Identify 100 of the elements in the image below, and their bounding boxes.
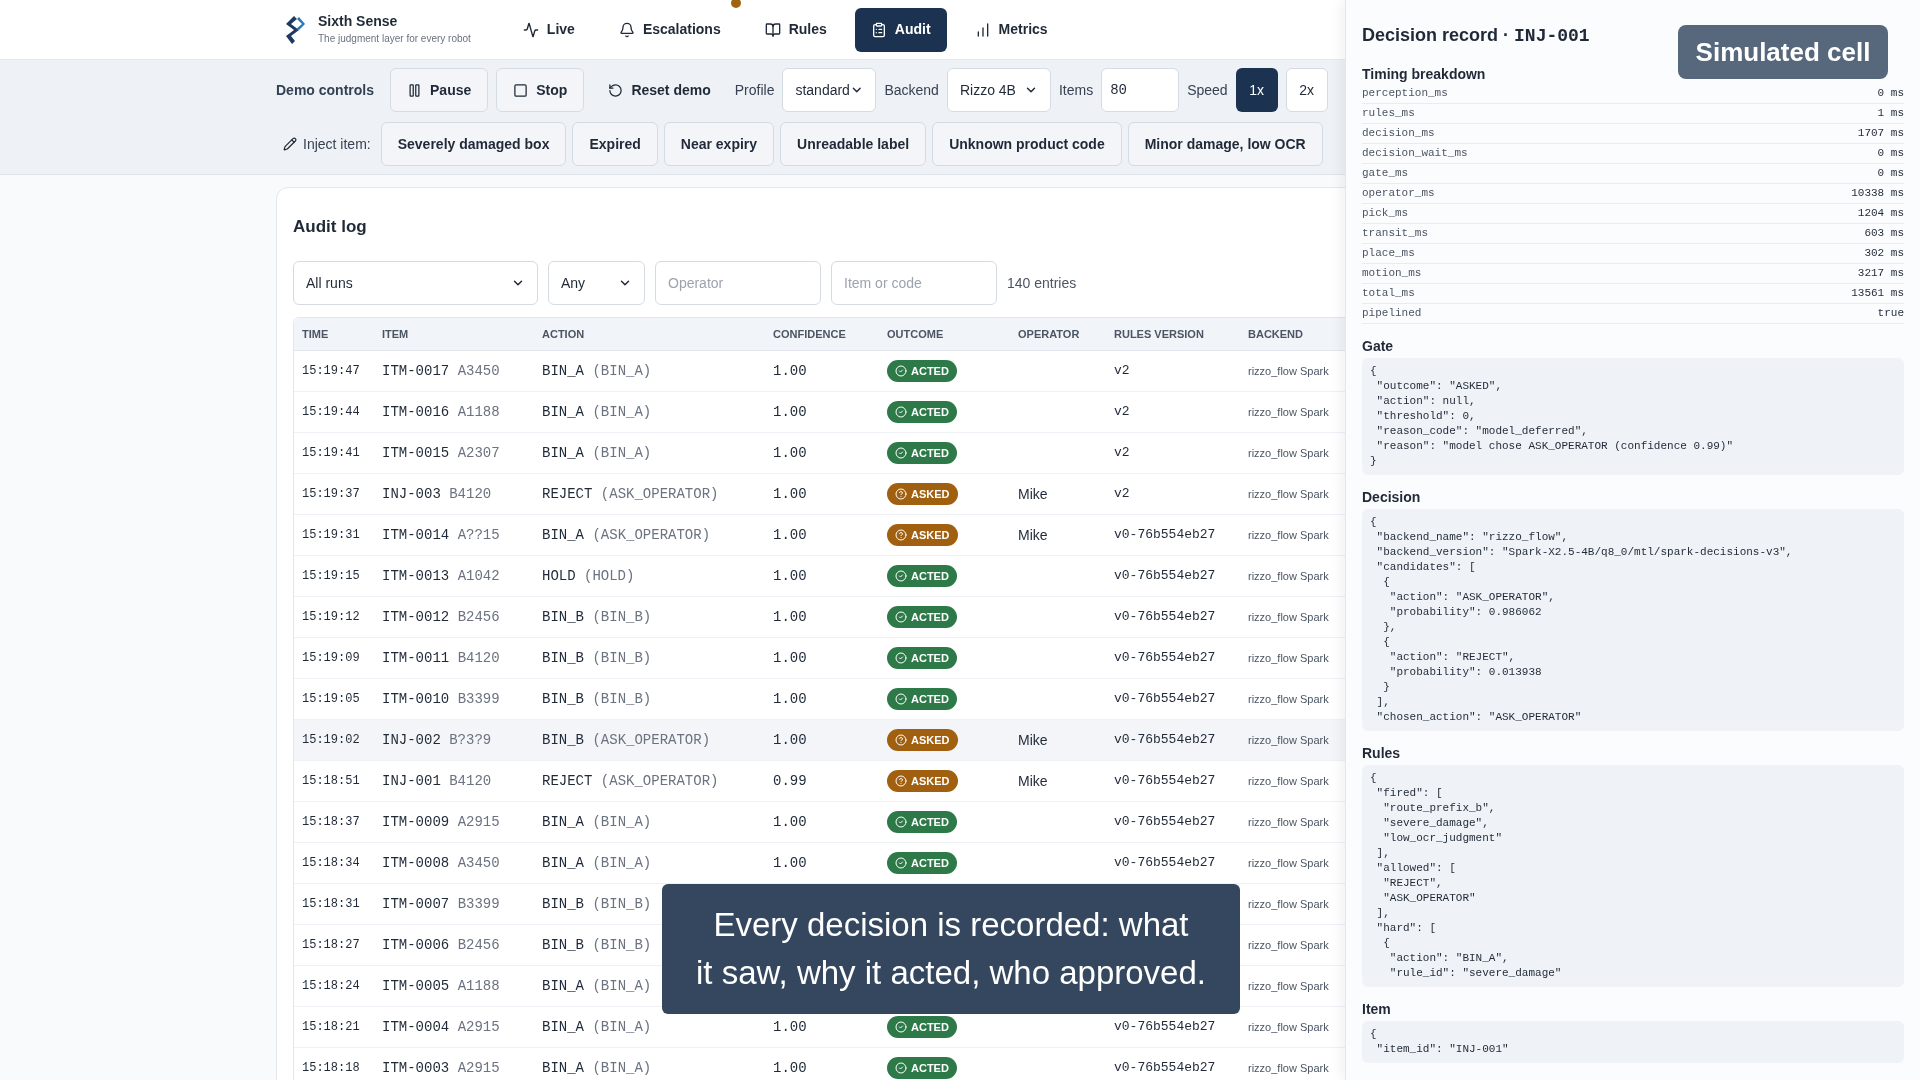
section-label: Demo controls <box>276 80 374 100</box>
backend-cell-text: rizzo_flow Spark <box>1248 486 1330 502</box>
time-cell-text: 15:19:44 <box>301 404 361 421</box>
outcome-badge: ACTED <box>887 360 957 382</box>
time-cell-text: 15:19:37 <box>301 486 361 503</box>
backend-cell-text: rizzo_flow Spark <box>1248 527 1330 543</box>
column-header: CONFIDENCE <box>773 326 847 342</box>
column-header: ITEM <box>382 326 410 342</box>
timing-value: 3217 ms <box>1857 266 1904 282</box>
timing-key: rules_ms <box>1362 105 1415 122</box>
timing-key: pick_ms <box>1362 205 1409 222</box>
backend-cell-text: rizzo_flow Spark <box>1248 650 1330 666</box>
confidence-cell-text: 1.00 <box>773 443 808 463</box>
action-cell-text: BIN_B (BIN_B) <box>542 894 653 914</box>
outcome-badge: ACTED <box>887 688 957 710</box>
outcome-badge: ACTED <box>887 1016 957 1038</box>
item-cell-text: INJ-003 B4120 <box>382 484 493 504</box>
field-label: Speed <box>1187 80 1228 100</box>
item-cell-text: ITM-0006 B2456 <box>382 935 501 955</box>
rules-version-cell-text: v0-76b554eb27 <box>1114 690 1217 709</box>
json-block: { "fired": [ "route_prefix_b", "severe_damage", "low_ocr_judgment" ], "allowed": [ "REJECT", "ASK_OPERATOR" ], "hard": [ { "action": "BIN_A", "rule_id": "severe_damage" <box>1362 765 1904 987</box>
section-heading: Timing breakdown <box>1362 65 1487 82</box>
field-label: Backend <box>884 80 939 100</box>
time-cell-text: 15:18:51 <box>301 773 361 790</box>
action-cell-text: BIN_A (BIN_A) <box>542 853 653 873</box>
timing-value: 0 ms <box>1877 166 1904 182</box>
json-block: { "backend_name": "rizzo_flow", "backend_version": "Spark-X2.5-4B/q8_0/mtl/spark-decisions-v3", "candidates": [ { "action": "ASK_OPERATOR", "probability": 0.986062 }, { "action": "REJECT", "probability": 0.013938 } ], "chosen_action": "ASK_OPERATOR" <box>1362 509 1904 731</box>
item-cell-text: ITM-0008 A3450 <box>382 853 501 873</box>
column-header: OPERATOR <box>1018 326 1081 342</box>
action-cell-text: BIN_A (BIN_A) <box>542 402 653 422</box>
outcome-badge: ACTED <box>887 442 957 464</box>
timing-key: perception_ms <box>1362 85 1448 102</box>
timing-key: pipelined <box>1362 305 1422 322</box>
column-header: BACKEND <box>1248 326 1304 342</box>
timing-value: 0 ms <box>1877 146 1904 162</box>
outcome-badge: ACTED <box>887 647 957 669</box>
outcome-badge: ASKED <box>887 729 958 751</box>
action-cell-text: BIN_A (BIN_A) <box>542 443 653 463</box>
backend-cell-text: rizzo_flow Spark <box>1248 609 1330 625</box>
rules-version-cell-text: v2 <box>1114 485 1131 504</box>
action-cell-text: BIN_B (BIN_B) <box>542 648 653 668</box>
section-heading: Item <box>1362 1000 1392 1017</box>
time-cell-text: 15:19:41 <box>301 445 361 462</box>
timing-key: decision_ms <box>1362 125 1435 142</box>
timing-value: 1707 ms <box>1857 126 1904 142</box>
time-cell-text: 15:19:02 <box>301 732 361 749</box>
time-cell-text: 15:18:34 <box>301 855 361 872</box>
confidence-cell-text: 1.00 <box>773 1058 808 1078</box>
action-cell-text: BIN_A (BIN_A) <box>542 812 653 832</box>
backend-cell-text: rizzo_flow Spark <box>1248 1019 1330 1035</box>
rules-version-cell-text: v0-76b554eb27 <box>1114 649 1217 668</box>
backend-cell-text: rizzo_flow Spark <box>1248 937 1330 953</box>
field-label: Items <box>1058 80 1094 100</box>
item-cell-text: ITM-0010 B3399 <box>382 689 501 709</box>
item-cell-text: ITM-0009 A2915 <box>382 812 501 832</box>
rules-version-cell-text: v0-76b554eb27 <box>1114 526 1217 545</box>
timing-key: motion_ms <box>1362 265 1422 282</box>
item-cell-text: INJ-001 B4120 <box>382 771 493 791</box>
brand-tagline: The judgment layer for every robot <box>318 31 471 46</box>
item-cell-text: ITM-0007 B3399 <box>382 894 501 914</box>
confidence-cell-text: 1.00 <box>773 689 808 709</box>
backend-cell-text: rizzo_flow Spark <box>1248 363 1330 379</box>
timing-value: 13561 ms <box>1851 286 1904 302</box>
rules-version-cell-text: v0-76b554eb27 <box>1114 608 1217 627</box>
backend-cell-text: rizzo_flow Spark <box>1248 404 1330 420</box>
backend-cell-text: rizzo_flow Spark <box>1248 1060 1330 1076</box>
backend-cell-text: rizzo_flow Spark <box>1248 978 1330 994</box>
timing-value: 302 ms <box>1864 246 1904 262</box>
action-cell-text: BIN_B (ASK_OPERATOR) <box>542 730 712 750</box>
confidence-cell-text: 1.00 <box>773 1017 808 1037</box>
action-cell-text: BIN_A (BIN_A) <box>542 361 653 381</box>
time-cell-text: 15:18:31 <box>301 896 361 913</box>
backend-cell-text: rizzo_flow Spark <box>1248 732 1330 748</box>
outcome-badge: ASKED <box>887 524 958 546</box>
rules-version-cell-text: v0-76b554eb27 <box>1114 1018 1217 1037</box>
action-cell-text: BIN_A (BIN_A) <box>542 1058 653 1078</box>
item-cell-text: ITM-0015 A2307 <box>382 443 501 463</box>
column-header: ACTION <box>542 326 586 342</box>
timing-key: decision_wait_ms <box>1362 145 1468 162</box>
item-cell-text: ITM-0017 A3450 <box>382 361 501 381</box>
confidence-cell-text: 1.00 <box>773 648 808 668</box>
action-cell-text: BIN_B (BIN_B) <box>542 935 653 955</box>
item-cell-text: ITM-0014 A??15 <box>382 525 501 545</box>
backend-cell-text: rizzo_flow Spark <box>1248 855 1330 871</box>
entry-count: 140 entries <box>1007 273 1077 293</box>
operator-cell-text: Mike <box>1018 484 1049 504</box>
outcome-badge: ASKED <box>887 483 958 505</box>
drawer-title: Decision record · INJ-001 <box>1362 24 1590 48</box>
rules-version-cell-text: v2 <box>1114 444 1131 463</box>
caption-line: Every decision is recorded: what <box>713 905 1189 945</box>
timing-value: 1 ms <box>1877 106 1904 122</box>
outcome-badge: ACTED <box>887 606 957 628</box>
action-cell-text: REJECT (ASK_OPERATOR) <box>542 771 720 791</box>
time-cell-text: 15:19:05 <box>301 691 361 708</box>
confidence-cell-text: 1.00 <box>773 402 808 422</box>
timing-key: gate_ms <box>1362 165 1409 182</box>
item-cell-text: ITM-0004 A2915 <box>382 1017 501 1037</box>
time-cell-text: 15:18:37 <box>301 814 361 831</box>
rules-version-cell-text: v0-76b554eb27 <box>1114 854 1217 873</box>
confidence-cell-text: 1.00 <box>773 812 808 832</box>
